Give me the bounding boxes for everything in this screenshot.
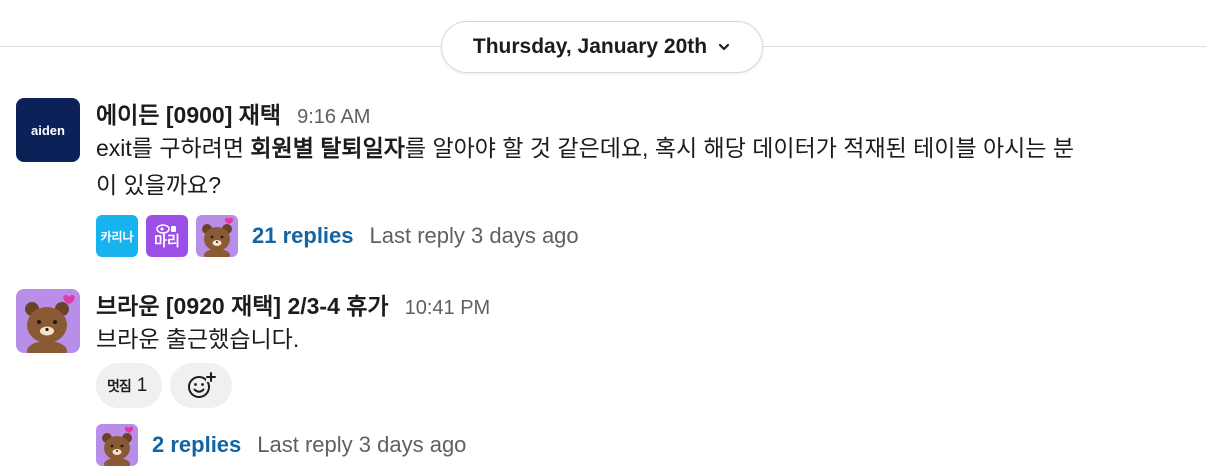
avatar-brown[interactable] [16, 289, 80, 353]
chevron-down-icon [718, 43, 730, 51]
date-divider-button[interactable]: Thursday, January 20th [441, 21, 763, 73]
last-reply-text: Last reply 3 days ago [369, 223, 579, 248]
last-reply-text: Last reply 3 days ago [257, 432, 467, 457]
date-label: Thursday, January 20th [472, 35, 708, 58]
avatar-text: 카리나 [100, 229, 134, 244]
message-timestamp[interactable]: 9:16 AM [297, 106, 370, 129]
thread-avatar-karina: 카리나 [96, 215, 138, 257]
avatar-text: aiden [31, 122, 65, 138]
message-text: exit를 구하려면 회원별 탈퇴일자를 알아야 할 것 같은데요, 혹시 해당… [96, 130, 1191, 204]
reaction-emoji: 멋짐 [107, 377, 132, 394]
message-timestamp[interactable]: 10:41 PM [405, 297, 491, 320]
text-segment: 이 있을까요? [96, 172, 221, 198]
add-reaction-button[interactable] [170, 363, 233, 408]
text-segment: 를 알아야 할 것 같은데요, 혹시 해당 데이터가 적재된 테이블 아시는 분 [404, 135, 1075, 161]
reaction-button[interactable]: 멋짐 1 [96, 363, 163, 408]
thread-summary[interactable]: 2 replies Last reply 3 days ago [96, 424, 466, 466]
message-header: 에이든 [0900] 재택 9:16 AM [96, 96, 370, 130]
thread-replies-link[interactable]: 2 replies [152, 432, 241, 458]
thread-avatar-brown [96, 424, 138, 466]
bold-text-segment: 회원별 탈퇴일자 [250, 135, 405, 161]
brown-bear-icon [96, 424, 138, 466]
add-emoji-icon [188, 371, 217, 398]
brown-bear-icon [16, 289, 80, 353]
text-segment: exit를 구하려면 [96, 135, 251, 161]
reactions-bar: 멋짐 1 [96, 363, 233, 408]
sender-name[interactable]: 브라운 [0920 재택] 2/3-4 휴가 [96, 287, 389, 321]
thread-replies-link[interactable]: 21 replies [252, 223, 354, 249]
thread-avatar-brown [196, 215, 238, 257]
sender-name[interactable]: 에이든 [0900] 재택 [96, 96, 281, 130]
thread-avatar-mari: 마리 [146, 215, 188, 257]
thread-summary[interactable]: 카리나 마리 21 replies Last reply 3 days ago [96, 215, 579, 257]
brown-bear-icon [196, 215, 238, 257]
avatar-text: 마리 [154, 233, 180, 249]
message-header: 브라운 [0920 재택] 2/3-4 휴가 10:41 PM [96, 287, 490, 321]
reaction-count: 1 [136, 374, 148, 396]
avatar-aiden[interactable]: aiden [16, 98, 80, 162]
message-text: 브라운 출근했습니다. [96, 326, 300, 352]
